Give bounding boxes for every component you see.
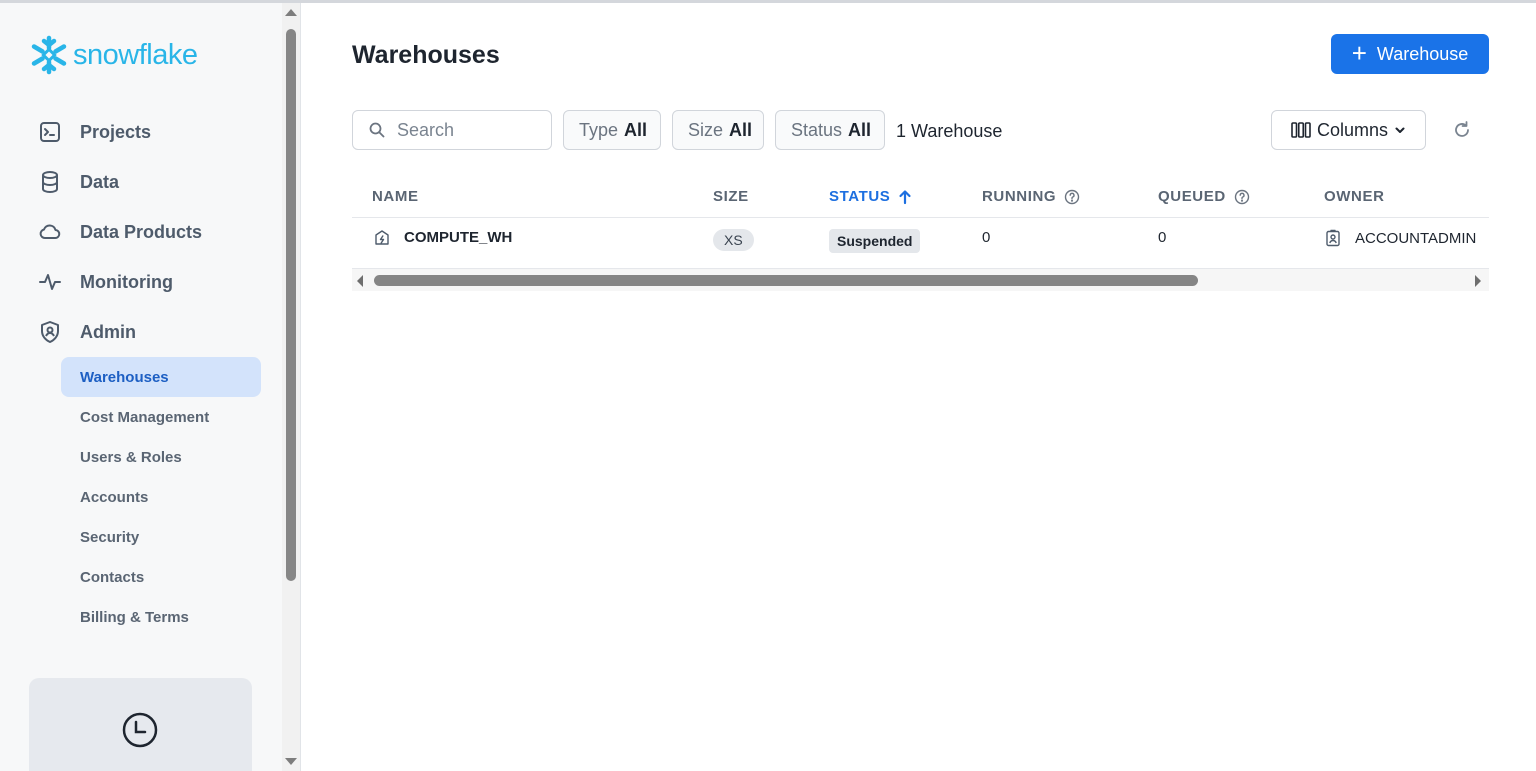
activity-icon bbox=[39, 274, 61, 290]
nav-data-label: Data bbox=[80, 171, 120, 192]
sidebar-item-cost-management[interactable]: Cost Management bbox=[61, 397, 261, 437]
filter-type[interactable]: Type All bbox=[563, 110, 661, 150]
scroll-down-arrow-icon[interactable] bbox=[285, 758, 297, 765]
scroll-left-arrow-icon[interactable] bbox=[357, 275, 363, 287]
warehouse-running-cell: 0 bbox=[982, 229, 991, 246]
nav-projects[interactable]: Projects bbox=[38, 118, 151, 146]
scroll-up-arrow-icon[interactable] bbox=[285, 9, 297, 16]
column-header-status-label: STATUS bbox=[829, 188, 891, 205]
plus-icon: + bbox=[1351, 37, 1367, 68]
warehouse-icon bbox=[375, 230, 389, 245]
sidebar: snowflake Projects Data Data Products Mo… bbox=[0, 3, 282, 771]
columns-button[interactable]: Columns bbox=[1271, 110, 1426, 150]
warehouse-owner-cell: ACCOUNTADMIN bbox=[1325, 229, 1476, 247]
warehouse-status-cell: Suspended bbox=[829, 229, 921, 253]
sidebar-divider bbox=[300, 3, 301, 771]
nav-monitoring[interactable]: Monitoring bbox=[38, 268, 173, 296]
status-badge: Suspended bbox=[829, 229, 921, 253]
filter-type-value: All bbox=[624, 119, 648, 140]
sidebar-item-warehouses[interactable]: Warehouses bbox=[61, 357, 261, 397]
page-title: Warehouses bbox=[352, 41, 500, 69]
column-header-running[interactable]: RUNNING bbox=[982, 188, 1080, 205]
sort-ascending-arrow-icon bbox=[899, 189, 911, 204]
nav-data-products-label: Data Products bbox=[80, 221, 203, 242]
sidebar-item-billing-terms[interactable]: Billing & Terms bbox=[61, 597, 261, 637]
add-warehouse-button[interactable]: + Warehouse bbox=[1331, 34, 1489, 74]
help-circle-icon[interactable] bbox=[1064, 189, 1080, 205]
clock-icon bbox=[122, 712, 158, 748]
chevron-down-icon bbox=[1395, 127, 1405, 133]
column-header-size-label: SIZE bbox=[713, 188, 749, 205]
warehouse-owner: ACCOUNTADMIN bbox=[1355, 229, 1477, 247]
scroll-right-arrow-icon[interactable] bbox=[1475, 275, 1481, 287]
column-header-status[interactable]: STATUS bbox=[829, 188, 912, 205]
brand-name: snowflake bbox=[73, 38, 198, 71]
search-box[interactable] bbox=[352, 110, 552, 150]
role-badge-icon bbox=[1326, 229, 1340, 247]
nav-admin-label: Admin bbox=[80, 321, 136, 342]
warehouse-name-cell[interactable]: COMPUTE_WH bbox=[374, 229, 512, 246]
snowflake-logo[interactable]: snowflake bbox=[29, 34, 198, 76]
nav-monitoring-label: Monitoring bbox=[80, 271, 173, 292]
cloud-icon bbox=[39, 224, 61, 240]
table-horizontal-scrollbar-thumb[interactable] bbox=[374, 275, 1198, 286]
filter-status-value: All bbox=[848, 119, 872, 140]
filter-status-label: Status bbox=[791, 119, 843, 140]
search-icon bbox=[369, 122, 385, 138]
column-header-name[interactable]: NAME bbox=[372, 188, 419, 205]
snowflake-logo-icon bbox=[31, 35, 67, 75]
warehouse-count: 1 Warehouse bbox=[896, 121, 1003, 141]
filter-size[interactable]: Size All bbox=[672, 110, 764, 150]
add-warehouse-label: Warehouse bbox=[1376, 43, 1469, 64]
filter-type-label: Type bbox=[579, 119, 619, 140]
sidebar-item-users-roles[interactable]: Users & Roles bbox=[61, 437, 261, 477]
warehouse-size-cell: XS bbox=[713, 229, 754, 251]
column-header-name-label: NAME bbox=[372, 188, 419, 205]
recent-activity-card[interactable] bbox=[29, 678, 252, 771]
refresh-icon[interactable] bbox=[1452, 120, 1472, 140]
search-input[interactable] bbox=[397, 119, 537, 141]
terminal-icon bbox=[40, 122, 60, 142]
filter-status[interactable]: Status All bbox=[775, 110, 885, 150]
warehouse-name: COMPUTE_WH bbox=[404, 229, 513, 246]
table-row[interactable] bbox=[352, 218, 1489, 269]
filter-size-label: Size bbox=[688, 119, 724, 140]
help-circle-icon[interactable] bbox=[1234, 189, 1250, 205]
nav-data-products[interactable]: Data Products bbox=[38, 218, 202, 246]
column-header-size[interactable]: SIZE bbox=[713, 188, 749, 205]
database-icon bbox=[42, 171, 58, 194]
columns-label: Columns bbox=[1316, 119, 1389, 140]
column-header-queued[interactable]: QUEUED bbox=[1158, 188, 1250, 205]
sidebar-scrollbar-thumb[interactable] bbox=[286, 29, 296, 581]
nav-data[interactable]: Data bbox=[38, 168, 119, 196]
filter-size-value: All bbox=[729, 119, 753, 140]
sidebar-item-contacts[interactable]: Contacts bbox=[61, 557, 261, 597]
shield-user-icon bbox=[41, 321, 59, 343]
app-window: snowflake Projects Data Data Products Mo… bbox=[0, 0, 1536, 771]
size-badge: XS bbox=[713, 229, 754, 251]
column-header-running-label: RUNNING bbox=[982, 188, 1057, 205]
sidebar-item-security[interactable]: Security bbox=[61, 517, 261, 557]
nav-admin[interactable]: Admin bbox=[38, 318, 136, 346]
columns-icon bbox=[1291, 122, 1311, 138]
column-header-owner[interactable]: OWNER bbox=[1324, 188, 1385, 205]
column-header-queued-label: QUEUED bbox=[1158, 188, 1226, 205]
sidebar-item-accounts[interactable]: Accounts bbox=[61, 477, 261, 517]
nav-projects-label: Projects bbox=[80, 121, 152, 142]
warehouse-queued-cell: 0 bbox=[1158, 229, 1167, 246]
column-header-owner-label: OWNER bbox=[1324, 188, 1385, 205]
